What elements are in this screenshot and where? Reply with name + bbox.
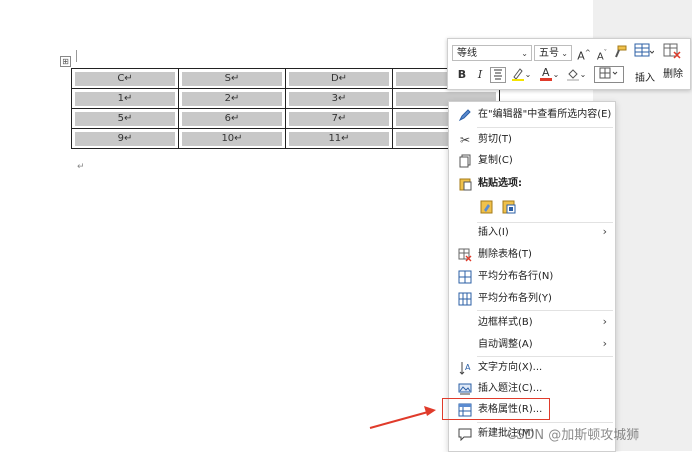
watermark: CSDN @加斯顿攻城狮 bbox=[507, 428, 640, 443]
annotation-arrow-icon bbox=[369, 406, 436, 429]
